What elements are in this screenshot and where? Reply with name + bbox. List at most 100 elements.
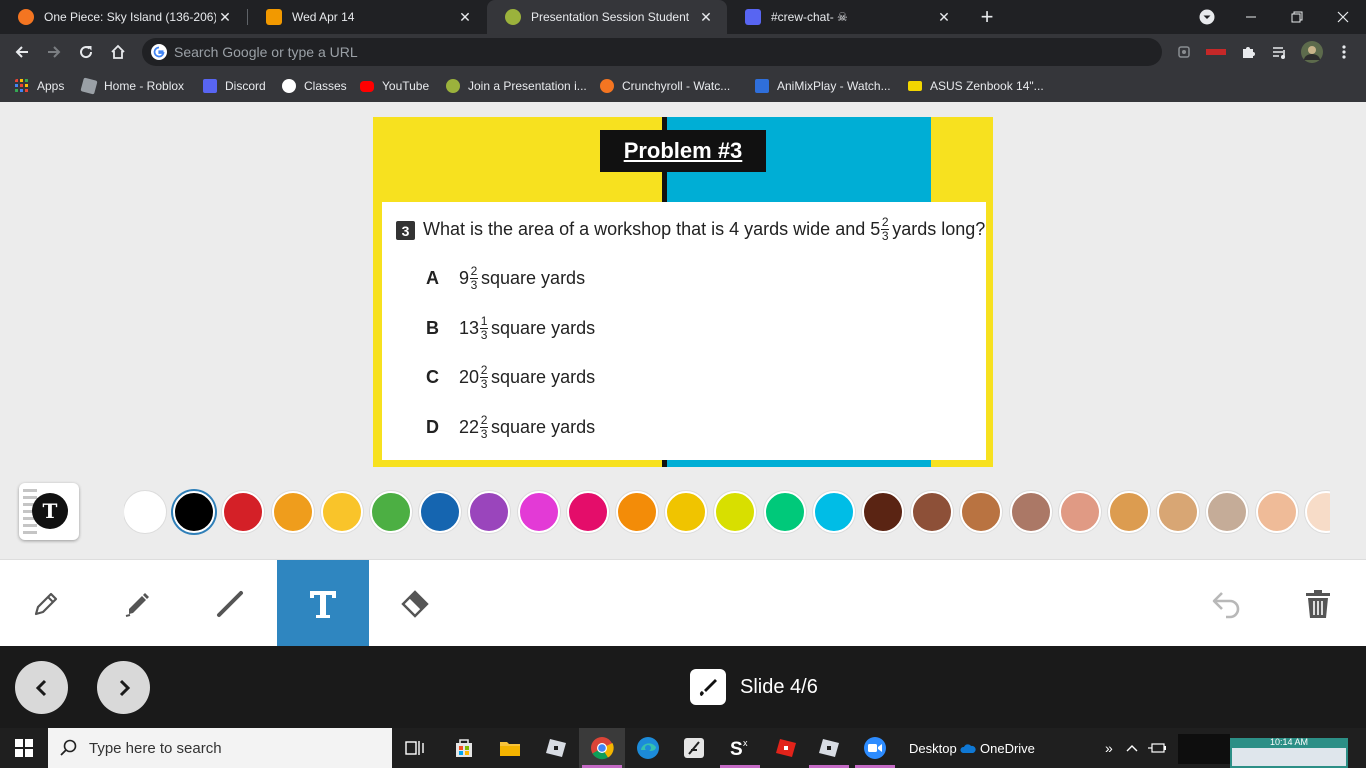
bookmark-label: Join a Presentation i... bbox=[468, 79, 587, 93]
undo-button[interactable] bbox=[1181, 560, 1273, 647]
discord-icon bbox=[203, 79, 217, 93]
question-text: What is the area of a workshop that is 4… bbox=[423, 216, 985, 242]
bookmark-classes[interactable]: Classes bbox=[282, 76, 347, 96]
close-tab-icon[interactable]: ✕ bbox=[697, 9, 715, 26]
desktop-toolbar-label[interactable]: Desktop bbox=[909, 728, 957, 768]
new-tab-button[interactable]: + bbox=[964, 0, 1010, 34]
color-swatch[interactable] bbox=[665, 491, 707, 533]
tab-crew-chat[interactable]: #crew-chat- ☠ ✕ bbox=[727, 0, 965, 34]
marker-tool-button[interactable] bbox=[92, 560, 184, 647]
color-swatch[interactable] bbox=[911, 491, 953, 533]
close-tab-icon[interactable]: ✕ bbox=[456, 9, 474, 26]
taskbar-zoom[interactable] bbox=[852, 728, 898, 768]
color-swatch[interactable] bbox=[370, 491, 412, 533]
color-swatch[interactable] bbox=[616, 491, 658, 533]
address-input[interactable] bbox=[174, 38, 1074, 66]
color-swatch[interactable] bbox=[419, 491, 461, 533]
address-bar[interactable] bbox=[142, 38, 1162, 66]
youtube-icon bbox=[360, 80, 374, 92]
bookmark-nearpod[interactable]: Join a Presentation i... bbox=[446, 76, 587, 96]
extensions-button[interactable] bbox=[1234, 38, 1262, 66]
color-swatch[interactable] bbox=[124, 491, 166, 533]
slide-canvas[interactable]: Problem #3 3 What is the area of a works… bbox=[373, 117, 993, 467]
taskbar-app-feather[interactable] bbox=[671, 728, 717, 768]
bookmark-youtube[interactable]: YouTube bbox=[360, 76, 429, 96]
taskbar-chrome[interactable] bbox=[579, 728, 625, 768]
color-swatch[interactable] bbox=[1059, 491, 1101, 533]
color-swatch[interactable] bbox=[764, 491, 806, 533]
bookmark-crunchyroll[interactable]: Crunchyroll - Watc... bbox=[600, 76, 730, 96]
eraser-tool-button[interactable] bbox=[369, 560, 461, 647]
taskbar-file-explorer[interactable] bbox=[487, 728, 533, 768]
color-swatch[interactable] bbox=[567, 491, 609, 533]
show-hidden-icons-button[interactable] bbox=[1126, 728, 1138, 768]
color-swatch[interactable] bbox=[518, 491, 560, 533]
minimize-button[interactable] bbox=[1228, 0, 1274, 34]
color-swatch[interactable] bbox=[714, 491, 756, 533]
taskbar-edge[interactable] bbox=[625, 728, 671, 768]
bookmark-apps[interactable]: Apps bbox=[15, 76, 64, 96]
taskbar-store[interactable] bbox=[441, 728, 487, 768]
pencil-tool-button[interactable] bbox=[0, 560, 92, 647]
color-swatch[interactable] bbox=[813, 491, 855, 533]
bookmark-roblox[interactable]: Home - Roblox bbox=[80, 76, 184, 96]
clock-area[interactable] bbox=[1178, 734, 1230, 764]
chrome-menu-button[interactable] bbox=[1330, 38, 1358, 66]
tab-title: #crew-chat- ☠ bbox=[771, 10, 848, 24]
window-preview-thumbnail[interactable]: 10:14 AM bbox=[1230, 738, 1348, 768]
extension-1-button[interactable] bbox=[1170, 38, 1198, 66]
color-swatch[interactable] bbox=[1010, 491, 1052, 533]
battery-status[interactable] bbox=[1148, 728, 1166, 768]
color-swatch[interactable] bbox=[272, 491, 314, 533]
back-button[interactable] bbox=[8, 38, 36, 66]
media-controls-button[interactable] bbox=[1266, 38, 1294, 66]
color-swatch[interactable] bbox=[1108, 491, 1150, 533]
color-swatch[interactable] bbox=[960, 491, 1002, 533]
tab-wed-apr-14[interactable]: Wed Apr 14 ✕ bbox=[248, 0, 486, 34]
task-view-button[interactable] bbox=[392, 728, 438, 768]
bookmark-asus[interactable]: ASUS Zenbook 14"... bbox=[908, 76, 1044, 96]
color-swatch[interactable] bbox=[1157, 491, 1199, 533]
slide-title: Problem #3 bbox=[623, 138, 743, 163]
clear-drawing-button[interactable] bbox=[1272, 560, 1364, 647]
line-tool-button[interactable] bbox=[184, 560, 276, 647]
profile-avatar[interactable] bbox=[1298, 38, 1326, 66]
toolbar-overflow-button[interactable]: » bbox=[1105, 728, 1113, 768]
color-swatch[interactable] bbox=[1206, 491, 1248, 533]
color-swatch[interactable] bbox=[862, 491, 904, 533]
taskbar-roblox-2[interactable] bbox=[806, 728, 852, 768]
current-tool-indicator[interactable]: T bbox=[19, 483, 79, 540]
close-window-button[interactable] bbox=[1320, 0, 1366, 34]
tab-one-piece[interactable]: One Piece: Sky Island (136-206) A ✕ bbox=[0, 0, 246, 34]
restore-button[interactable] bbox=[1274, 0, 1320, 34]
fraction-numerator: 2 bbox=[480, 362, 488, 377]
taskbar-search-input[interactable] bbox=[89, 739, 379, 757]
color-swatch[interactable] bbox=[1256, 491, 1298, 533]
tab-presentation-session[interactable]: Presentation Session Student ✕ bbox=[487, 0, 727, 34]
tab-search-button[interactable] bbox=[1184, 0, 1230, 34]
previous-slide-button[interactable] bbox=[15, 661, 68, 714]
taskbar-app-sx[interactable]: Sx bbox=[717, 728, 763, 768]
text-tool-button[interactable] bbox=[277, 560, 369, 647]
taskbar-roblox-player[interactable] bbox=[763, 728, 809, 768]
start-button[interactable] bbox=[0, 728, 48, 768]
onedrive-toolbar[interactable]: OneDrive bbox=[960, 728, 1035, 768]
color-swatch[interactable] bbox=[1305, 491, 1330, 533]
next-slide-button[interactable] bbox=[97, 661, 150, 714]
extension-2-button[interactable] bbox=[1202, 38, 1230, 66]
color-swatch[interactable] bbox=[321, 491, 363, 533]
color-swatch[interactable] bbox=[222, 491, 264, 533]
bookmark-discord[interactable]: Discord bbox=[203, 76, 266, 96]
home-button[interactable] bbox=[104, 38, 132, 66]
forward-button[interactable] bbox=[40, 38, 68, 66]
color-swatch[interactable] bbox=[468, 491, 510, 533]
reload-button[interactable] bbox=[72, 38, 100, 66]
taskbar-roblox-studio[interactable] bbox=[533, 728, 579, 768]
taskbar-search-box[interactable] bbox=[48, 728, 392, 768]
close-tab-icon[interactable]: ✕ bbox=[935, 9, 953, 26]
slides-icon bbox=[266, 9, 282, 25]
color-swatch[interactable] bbox=[173, 491, 215, 533]
bookmark-animixplay[interactable]: AniMixPlay - Watch... bbox=[755, 76, 891, 96]
minimize-icon bbox=[1246, 16, 1256, 18]
close-tab-icon[interactable]: ✕ bbox=[216, 9, 234, 26]
